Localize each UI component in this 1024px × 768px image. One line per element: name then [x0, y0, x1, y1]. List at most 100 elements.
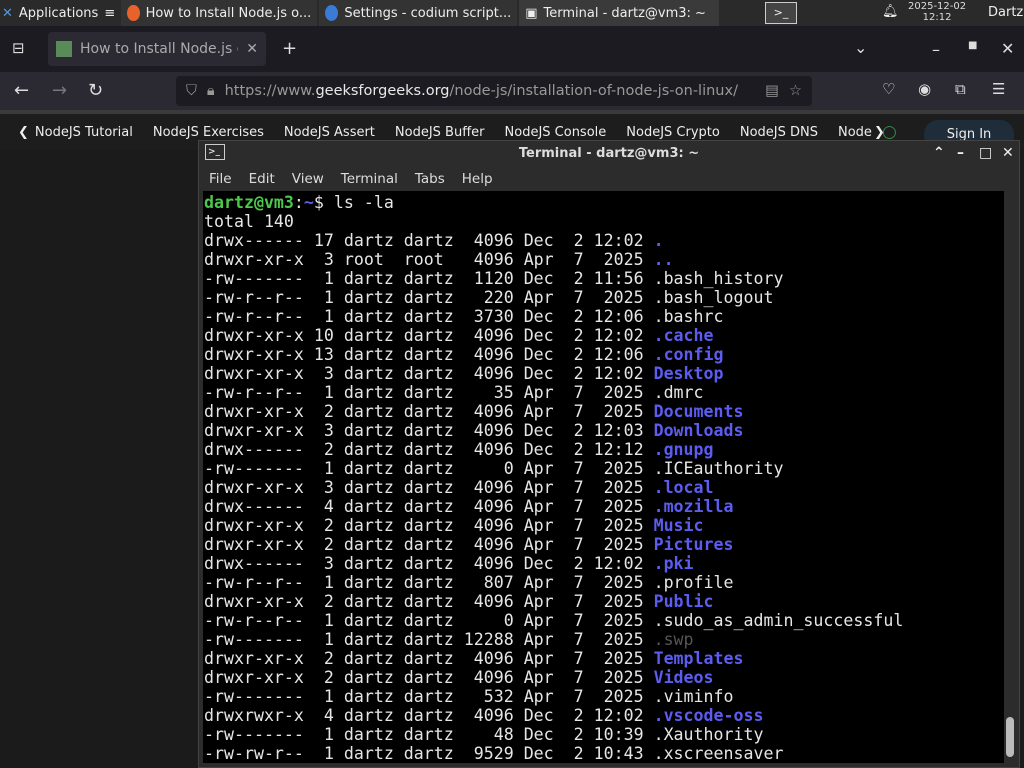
- entry-name: ..: [653, 250, 674, 269]
- menu-view[interactable]: View: [292, 171, 324, 187]
- tab-overview-icon[interactable]: ⊟: [12, 39, 25, 57]
- entry-name: .bash_logout: [653, 288, 774, 307]
- ls-entry: drwxr-xr-x 2 dartz dartz 4096 Apr 7 2025…: [204, 535, 1005, 554]
- entry-meta: drwx------ 3 dartz dartz 4096 Dec 2 12:0…: [204, 554, 654, 573]
- list-tabs-icon[interactable]: ⌄: [854, 38, 867, 57]
- browser-tab-bar: ⊟ How to Install Node.js on ✕ + ⌄ – ■ ✕: [0, 26, 1024, 72]
- ls-entry: -rw-r--r-- 1 dartz dartz 0 Apr 7 2025 .s…: [204, 611, 1005, 630]
- ls-entry: drwx------ 17 dartz dartz 4096 Dec 2 12:…: [204, 231, 1005, 250]
- minimize-button[interactable]: –: [932, 40, 940, 59]
- ls-entry: drwx------ 4 dartz dartz 4096 Apr 7 2025…: [204, 497, 1005, 516]
- entry-meta: drwx------ 2 dartz dartz 4096 Dec 2 12:1…: [204, 440, 654, 459]
- site-nav-item[interactable]: NodeJS Crypto: [626, 125, 720, 140]
- entry-name: .bashrc: [653, 307, 724, 326]
- entry-name: .vscode-oss: [653, 706, 764, 725]
- ls-entry: -rw------- 1 dartz dartz 48 Dec 2 10:39 …: [204, 725, 1005, 744]
- task-codium[interactable]: Settings - codium script...: [319, 0, 518, 26]
- entry-meta: -rw-r--r-- 1 dartz dartz 3730 Dec 2 12:0…: [204, 307, 654, 326]
- terminal-launcher-icon[interactable]: >_: [765, 2, 797, 24]
- entry-name: .sudo_as_admin_successful: [653, 611, 904, 630]
- scroll-left-icon[interactable]: ❮: [18, 125, 29, 140]
- entry-meta: -rw------- 1 dartz dartz 12288 Apr 7 202…: [204, 630, 654, 649]
- entry-meta: -rw-rw-r-- 1 dartz dartz 9529 Dec 2 10:4…: [204, 744, 654, 763]
- site-nav-item[interactable]: NodeJS DNS: [740, 125, 818, 140]
- ls-entry: drwxr-xr-x 3 dartz dartz 4096 Dec 2 12:0…: [204, 364, 1005, 383]
- top-panel: ✕ Applications ≡ How to Install Node.js o.…: [0, 0, 1024, 26]
- reader-view-icon[interactable]: ▤: [765, 83, 779, 99]
- terminal-icon: ▣: [525, 5, 538, 21]
- ls-entry: -rw------- 1 dartz dartz 1120 Dec 2 11:5…: [204, 269, 1005, 288]
- close-button[interactable]: ✕: [1001, 39, 1014, 58]
- menu-icon[interactable]: ☰: [992, 80, 1005, 98]
- terminal-menubar: File Edit View Terminal Tabs Help: [199, 166, 1019, 191]
- new-tab-button[interactable]: +: [282, 38, 297, 59]
- entry-name: .viminfo: [653, 687, 734, 706]
- entry-name: .xscreensaver: [653, 744, 784, 763]
- ls-entry: -rw------- 1 dartz dartz 12288 Apr 7 202…: [204, 630, 1005, 649]
- url-bar[interactable]: ⛉ 🔒︎ https://www.geeksforgeeks.org/node-j…: [176, 76, 812, 106]
- entry-meta: drwxr-xr-x 3 dartz dartz 4096 Dec 2 12:0…: [204, 421, 654, 440]
- user-menu[interactable]: Dartz: [988, 5, 1023, 20]
- terminal-titlebar[interactable]: >_ Terminal - dartz@vm3: ~ ⌃ – □ ✕: [199, 141, 1019, 166]
- terminal-output[interactable]: dartz@vm3:~$ ls -la total 140 drwx------ 1…: [203, 191, 1005, 763]
- clock[interactable]: 2025-12-02 12:12: [908, 1, 966, 23]
- shield-icon[interactable]: ⛉: [186, 83, 197, 99]
- tab-nodejs[interactable]: How to Install Node.js on ✕: [48, 32, 266, 66]
- site-nav-item[interactable]: Node: [838, 125, 872, 140]
- terminal-close-button[interactable]: ✕: [1002, 145, 1014, 161]
- account-icon[interactable]: ◉: [918, 80, 931, 98]
- ls-entry: -rw-r--r-- 1 dartz dartz 3730 Dec 2 12:0…: [204, 307, 1005, 326]
- entry-meta: -rw------- 1 dartz dartz 532 Apr 7 2025: [204, 687, 654, 706]
- entry-meta: drwxr-xr-x 2 dartz dartz 4096 Apr 7 2025: [204, 592, 654, 611]
- ls-entry: drwxr-xr-x 10 dartz dartz 4096 Dec 2 12:…: [204, 326, 1005, 345]
- site-nav-item[interactable]: NodeJS Tutorial: [35, 125, 133, 140]
- menu-file[interactable]: File: [209, 171, 232, 187]
- lock-icon[interactable]: 🔒︎: [207, 83, 215, 99]
- gfg-favicon: [56, 41, 72, 57]
- task-terminal[interactable]: ▣ Terminal - dartz@vm3: ~: [519, 0, 720, 26]
- ls-entry: drwxr-xr-x 2 dartz dartz 4096 Apr 7 2025…: [204, 668, 1005, 687]
- site-nav-item[interactable]: NodeJS Assert: [284, 125, 375, 140]
- forward-icon[interactable]: →: [52, 80, 67, 101]
- task-firefox[interactable]: How to Install Node.js o...: [121, 0, 318, 26]
- applications-menu[interactable]: ✕ Applications ≡: [0, 0, 121, 26]
- pocket-icon[interactable]: ♡: [882, 80, 895, 98]
- entry-name: Templates: [653, 649, 744, 668]
- firefox-icon: [127, 5, 140, 21]
- ls-entry: drwxr-xr-x 13 dartz dartz 4096 Dec 2 12:…: [204, 345, 1005, 364]
- ls-entry: -rw-r--r-- 1 dartz dartz 220 Apr 7 2025 …: [204, 288, 1005, 307]
- site-nav-item[interactable]: NodeJS Exercises: [153, 125, 264, 140]
- entry-meta: drwx------ 4 dartz dartz 4096 Apr 7 2025: [204, 497, 654, 516]
- command: ls -la: [333, 193, 394, 212]
- menu-edit[interactable]: Edit: [249, 171, 275, 187]
- terminal-minimize-button[interactable]: –: [957, 145, 964, 161]
- entry-name: Music: [653, 516, 704, 535]
- entry-name: .cache: [653, 326, 714, 345]
- search-icon[interactable]: ○: [882, 122, 897, 142]
- ls-entry: drwx------ 3 dartz dartz 4096 Dec 2 12:0…: [204, 554, 1005, 573]
- ls-entry: drwxr-xr-x 2 dartz dartz 4096 Apr 7 2025…: [204, 592, 1005, 611]
- entry-meta: drwxr-xr-x 2 dartz dartz 4096 Apr 7 2025: [204, 535, 654, 554]
- scrollbar-thumb[interactable]: [1006, 717, 1014, 757]
- back-icon[interactable]: ←: [14, 80, 29, 101]
- menu-terminal[interactable]: Terminal: [341, 171, 398, 187]
- entry-meta: -rw-r--r-- 1 dartz dartz 220 Apr 7 2025: [204, 288, 654, 307]
- terminal-maximize-button[interactable]: □: [979, 145, 992, 161]
- maximize-button[interactable]: ■: [968, 40, 977, 51]
- bookmark-star-icon[interactable]: ☆: [789, 83, 802, 99]
- entry-name: Pictures: [653, 535, 734, 554]
- reload-icon[interactable]: ↻: [88, 80, 103, 101]
- url-text[interactable]: https://www.geeksforgeeks.org/node-js/in…: [225, 83, 756, 99]
- menu-icon: ≡: [104, 5, 116, 21]
- site-nav-item[interactable]: NodeJS Console: [505, 125, 607, 140]
- close-tab-icon[interactable]: ✕: [246, 41, 258, 57]
- extensions-icon[interactable]: ⧉: [955, 80, 966, 98]
- bell-icon[interactable]: 🔔︎: [882, 4, 899, 19]
- menu-help[interactable]: Help: [462, 171, 493, 187]
- menu-tabs[interactable]: Tabs: [415, 171, 445, 187]
- site-nav-item[interactable]: NodeJS Buffer: [395, 125, 485, 140]
- ls-entry: drwxrwxr-x 4 dartz dartz 4096 Dec 2 12:0…: [204, 706, 1005, 725]
- entry-meta: drwxr-xr-x 13 dartz dartz 4096 Dec 2 12:…: [204, 345, 654, 364]
- terminal-roll-up-icon[interactable]: ⌃: [933, 145, 945, 161]
- terminal-scrollbar[interactable]: [1004, 191, 1016, 763]
